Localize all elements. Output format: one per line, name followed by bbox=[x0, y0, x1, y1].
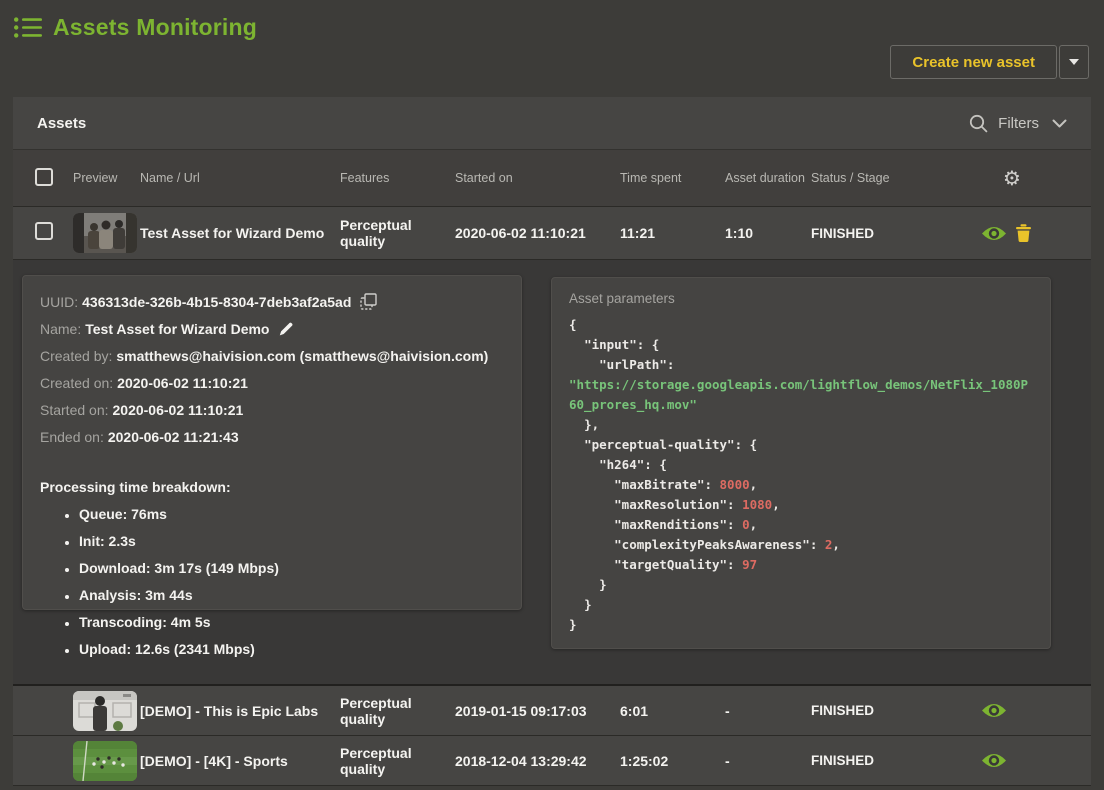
processing-breakdown-list: Queue: 76ms Init: 2.3s Download: 3m 17s … bbox=[40, 501, 504, 663]
column-header-features[interactable]: Features bbox=[340, 171, 455, 185]
view-asset-eye-icon[interactable] bbox=[981, 225, 1007, 242]
expanded-asset-details: UUID:436313de-326b-4b15-8304-7deb3af2a5a… bbox=[13, 260, 1091, 686]
create-new-asset-button[interactable]: Create new asset bbox=[890, 45, 1057, 79]
delete-asset-trash-icon[interactable] bbox=[1016, 224, 1031, 242]
asset-status: FINISHED bbox=[811, 703, 981, 718]
created-by-label: Created by: bbox=[40, 348, 112, 364]
asset-status: FINISHED bbox=[811, 753, 981, 768]
table-settings-gear-icon[interactable]: ⚙ bbox=[1003, 166, 1021, 190]
caret-down-icon bbox=[1069, 59, 1079, 65]
column-header-name-url[interactable]: Name / Url bbox=[140, 171, 340, 185]
column-header-started-on[interactable]: Started on bbox=[455, 171, 620, 185]
column-header-time-spent[interactable]: Time spent bbox=[620, 171, 725, 185]
create-asset-dropdown-button[interactable] bbox=[1059, 45, 1089, 79]
app-header: Assets Monitoring bbox=[0, 0, 1104, 41]
view-asset-eye-icon[interactable] bbox=[981, 752, 1007, 769]
started-on-value: 2020-06-02 11:10:21 bbox=[113, 402, 244, 418]
uuid-line: UUID:436313de-326b-4b15-8304-7deb3af2a5a… bbox=[40, 289, 504, 316]
copy-icon[interactable] bbox=[360, 293, 377, 310]
created-by-line: Created by:smatthews@haivision.com (smat… bbox=[40, 343, 504, 370]
started-on-label: Started on: bbox=[40, 402, 109, 418]
created-by-value: smatthews@haivision.com (smatthews@haivi… bbox=[116, 348, 488, 364]
ended-on-line: Ended on:2020-06-02 11:21:43 bbox=[40, 424, 504, 451]
column-header-asset-duration[interactable]: Asset duration bbox=[725, 171, 811, 185]
view-asset-eye-icon[interactable] bbox=[981, 702, 1007, 719]
asset-status: FINISHED bbox=[811, 226, 981, 241]
created-on-value: 2020-06-02 11:10:21 bbox=[117, 375, 248, 391]
breakdown-item-analysis: Analysis: 3m 44s bbox=[79, 582, 504, 609]
asset-thumbnail[interactable] bbox=[73, 741, 137, 781]
asset-parameters-json: { "input": { "urlPath":"https://storage.… bbox=[569, 315, 1033, 635]
breakdown-item-queue: Queue: 76ms bbox=[79, 501, 504, 528]
toolbar: Create new asset bbox=[0, 41, 1104, 79]
ended-on-label: Ended on: bbox=[40, 429, 104, 445]
asset-duration: 1:10 bbox=[725, 225, 811, 241]
asset-parameters-title: Asset parameters bbox=[569, 291, 1033, 306]
asset-time-spent: 6:01 bbox=[620, 703, 725, 719]
table-row[interactable]: [DEMO] - [4K] - Sports Perceptual qualit… bbox=[13, 736, 1091, 786]
table-header-row: Preview Name / Url Features Started on T… bbox=[13, 150, 1091, 207]
assets-panel: Assets Filters Preview Name / Url Featur… bbox=[13, 97, 1091, 786]
started-on-line: Started on:2020-06-02 11:10:21 bbox=[40, 397, 504, 424]
ended-on-value: 2020-06-02 11:21:43 bbox=[108, 429, 239, 445]
edit-pencil-icon[interactable] bbox=[278, 321, 294, 337]
filters-toggle[interactable]: Filters bbox=[969, 114, 1067, 133]
list-menu-icon[interactable] bbox=[14, 17, 42, 38]
asset-duration: - bbox=[725, 703, 811, 719]
created-on-label: Created on: bbox=[40, 375, 113, 391]
asset-time-spent: 11:21 bbox=[620, 225, 725, 241]
asset-started-on: 2020-06-02 11:10:21 bbox=[455, 225, 620, 241]
name-label: Name: bbox=[40, 321, 81, 337]
column-header-preview[interactable]: Preview bbox=[73, 171, 140, 185]
name-line: Name:Test Asset for Wizard Demo bbox=[40, 316, 504, 343]
uuid-value: 436313de-326b-4b15-8304-7deb3af2a5ad bbox=[82, 294, 351, 310]
search-icon bbox=[969, 114, 988, 133]
asset-features: Perceptual quality bbox=[340, 745, 455, 777]
asset-name[interactable]: [DEMO] - This is Epic Labs bbox=[140, 703, 340, 719]
asset-name[interactable]: [DEMO] - [4K] - Sports bbox=[140, 753, 340, 769]
breakdown-item-upload: Upload: 12.6s (2341 Mbps) bbox=[79, 636, 504, 663]
asset-thumbnail[interactable] bbox=[73, 691, 137, 731]
panel-title: Assets bbox=[37, 115, 86, 132]
asset-time-spent: 1:25:02 bbox=[620, 753, 725, 769]
table-row[interactable]: Test Asset for Wizard Demo Perceptual qu… bbox=[13, 207, 1091, 260]
column-header-status-stage[interactable]: Status / Stage bbox=[811, 171, 981, 185]
breakdown-item-download: Download: 3m 17s (149 Mbps) bbox=[79, 555, 504, 582]
table-row[interactable]: [DEMO] - This is Epic Labs Perceptual qu… bbox=[13, 686, 1091, 736]
asset-duration: - bbox=[725, 753, 811, 769]
name-value: Test Asset for Wizard Demo bbox=[85, 321, 269, 337]
asset-info-card: UUID:436313de-326b-4b15-8304-7deb3af2a5a… bbox=[22, 275, 522, 610]
breakdown-item-init: Init: 2.3s bbox=[79, 528, 504, 555]
uuid-label: UUID: bbox=[40, 294, 78, 310]
created-on-line: Created on:2020-06-02 11:10:21 bbox=[40, 370, 504, 397]
asset-parameters-card: Asset parameters { "input": { "urlPath":… bbox=[551, 277, 1051, 649]
asset-started-on: 2018-12-04 13:29:42 bbox=[455, 753, 620, 769]
asset-thumbnail[interactable] bbox=[73, 213, 137, 253]
asset-started-on: 2019-01-15 09:17:03 bbox=[455, 703, 620, 719]
processing-breakdown-title: Processing time breakdown: bbox=[40, 474, 504, 501]
asset-features: Perceptual quality bbox=[340, 217, 455, 249]
select-all-checkbox[interactable] bbox=[35, 168, 53, 186]
chevron-down-icon bbox=[1052, 119, 1067, 128]
panel-header: Assets Filters bbox=[13, 97, 1091, 150]
breakdown-item-transcoding: Transcoding: 4m 5s bbox=[79, 609, 504, 636]
asset-features: Perceptual quality bbox=[340, 695, 455, 727]
asset-name[interactable]: Test Asset for Wizard Demo bbox=[140, 225, 340, 241]
filters-label: Filters bbox=[998, 115, 1042, 132]
page-title: Assets Monitoring bbox=[53, 14, 257, 41]
row-checkbox[interactable] bbox=[35, 222, 53, 240]
